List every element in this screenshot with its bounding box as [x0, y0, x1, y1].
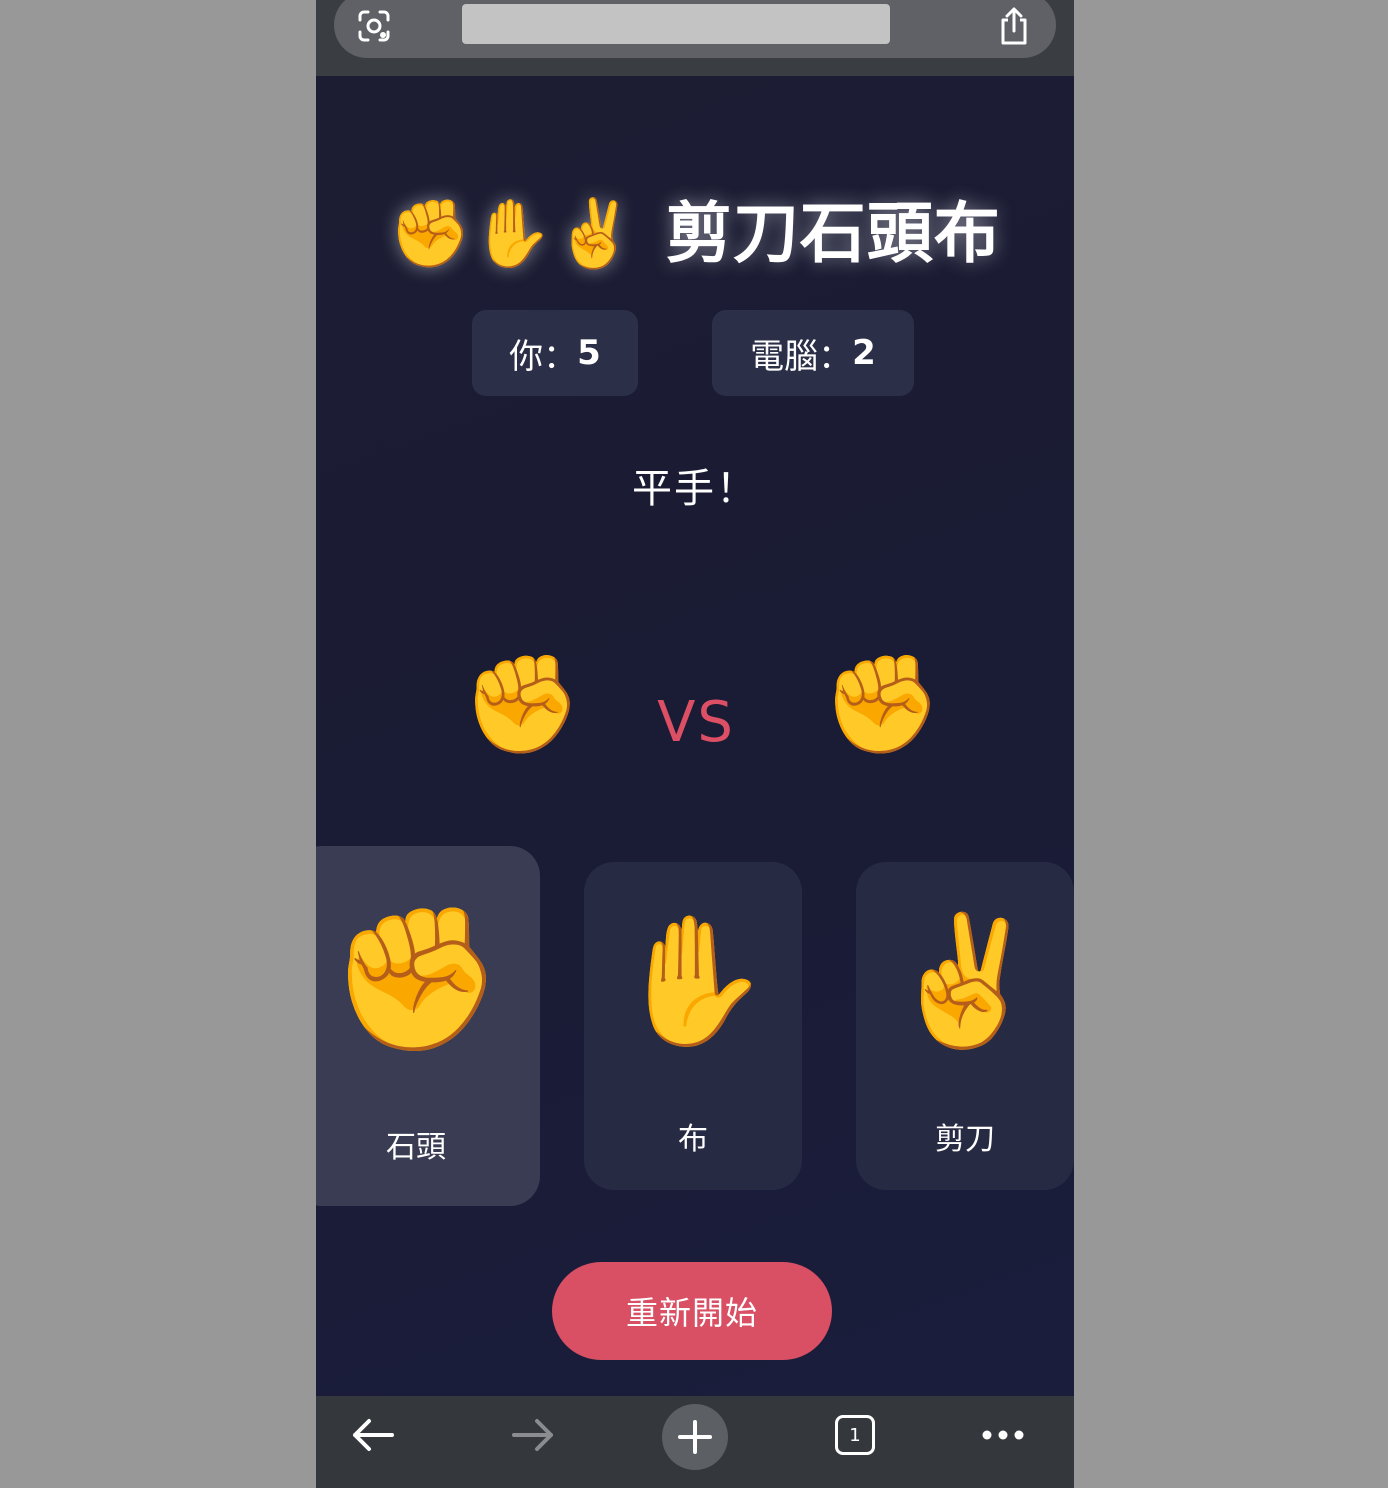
rock-label: 石頭	[386, 1130, 446, 1165]
scissors-icon: ✌️	[886, 907, 1044, 1054]
vs-label: VS	[657, 690, 735, 755]
player-score-value: 5	[577, 333, 601, 373]
forward-button[interactable]	[498, 1400, 568, 1470]
browser-bottom-bar: 1	[316, 1396, 1074, 1488]
player-score-label: 你：	[509, 336, 578, 377]
restart-button[interactable]: 重新開始	[552, 1262, 832, 1360]
page-title: ✊✋✌️ 剪刀石頭布	[316, 180, 1074, 276]
tab-count: 1	[835, 1415, 875, 1455]
player-hand-icon: ✊	[462, 648, 582, 760]
game-area: ✊✋✌️ 剪刀石頭布 你： 5 電腦： 2 平手！ ✊ VS ✊ ✊ 石頭 ✋ 布 ✌…	[316, 76, 1074, 1396]
computer-score-value: 2	[852, 333, 876, 373]
rock-icon: ✊	[328, 898, 504, 1061]
plus-icon	[678, 1420, 712, 1454]
more-icon	[982, 1430, 1024, 1440]
scissors-label: 剪刀	[935, 1122, 995, 1157]
lens-icon[interactable]	[354, 6, 394, 46]
paper-icon: ✋	[614, 907, 772, 1054]
result-text: 平手！	[632, 466, 758, 512]
title-emojis: ✊✋✌️	[389, 195, 636, 272]
more-button[interactable]	[968, 1400, 1038, 1470]
browser-top-bar	[316, 0, 1074, 76]
rock-button[interactable]: ✊ 石頭	[316, 846, 540, 1206]
player-score: 你： 5	[472, 310, 638, 396]
scissors-button[interactable]: ✌️ 剪刀	[856, 862, 1074, 1190]
phone-screen: ✊✋✌️ 剪刀石頭布 你： 5 電腦： 2 平手！ ✊ VS ✊ ✊ 石頭 ✋ 布 ✌…	[316, 0, 1074, 1488]
paper-button[interactable]: ✋ 布	[584, 862, 802, 1190]
paper-label: 布	[678, 1122, 708, 1157]
title-text: 剪刀石頭布	[665, 195, 1001, 272]
computer-score-label: 電腦：	[750, 336, 853, 377]
tab-switcher-button[interactable]: 1	[820, 1400, 890, 1470]
forward-arrow-icon	[512, 1419, 553, 1451]
share-icon[interactable]	[994, 4, 1034, 48]
computer-score: 電腦： 2	[712, 310, 914, 396]
back-button[interactable]	[338, 1400, 408, 1470]
back-arrow-icon	[353, 1419, 394, 1451]
url-field[interactable]	[462, 4, 890, 44]
computer-hand-icon: ✊	[822, 648, 942, 760]
new-tab-button[interactable]	[662, 1404, 728, 1470]
